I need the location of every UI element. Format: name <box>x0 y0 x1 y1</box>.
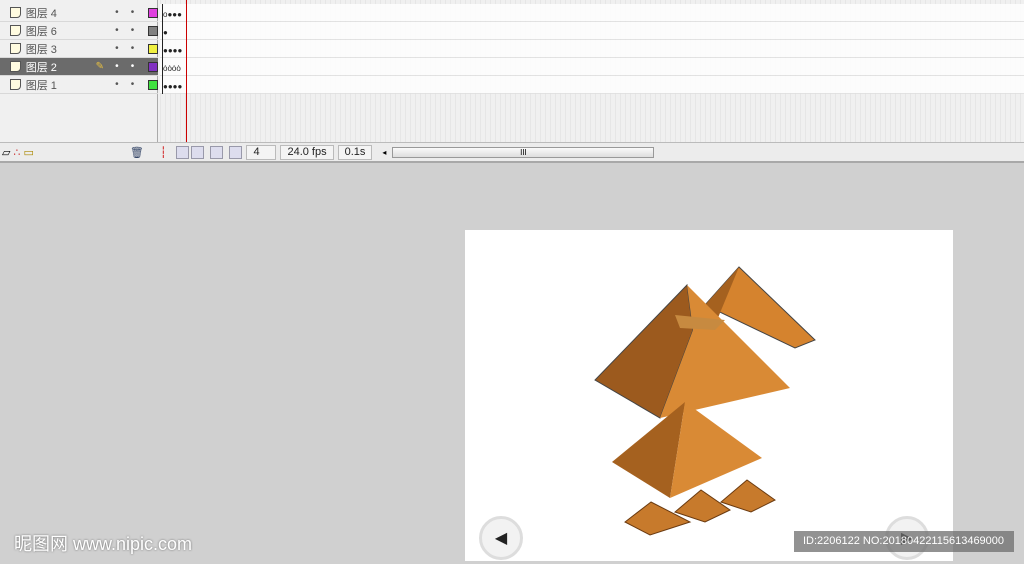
frame-row[interactable]: ȯȯȯȯ <box>160 58 1024 76</box>
lock-toggle[interactable]: • <box>125 61 141 72</box>
modify-onion-markers-icon[interactable] <box>229 145 243 159</box>
playhead[interactable] <box>186 0 187 142</box>
scroll-grip[interactable]: III <box>520 148 527 157</box>
layer-color-swatch[interactable] <box>148 79 158 90</box>
pencil-icon: ✎ <box>95 61 104 72</box>
layer-row[interactable]: 图层 3 • • <box>0 40 158 58</box>
image-id-label: ID:2206122 NO:20180422115613469000 <box>794 531 1014 552</box>
keyframes[interactable]: ● <box>162 22 188 40</box>
frame-row[interactable]: ●●●● <box>160 76 1024 94</box>
layer-row[interactable]: 图层 2 ✎ • • <box>0 58 158 76</box>
watermark: 昵图网 www.nipic.com <box>14 534 193 554</box>
layer-row[interactable]: 图层 1 • • <box>0 76 158 94</box>
keyframes[interactable]: ●●●● <box>162 76 188 94</box>
onion-outline-icon[interactable] <box>191 145 205 159</box>
frame-row[interactable]: o●●● <box>160 4 1024 22</box>
frame-grid[interactable]: o●●● ● ●●●● ȯȯȯȯ ●●●● <box>160 0 1024 142</box>
visibility-toggle[interactable]: • <box>109 7 125 18</box>
previous-button[interactable]: ◀ <box>479 516 523 560</box>
visibility-toggle[interactable]: • <box>109 25 125 36</box>
layer-color-swatch[interactable] <box>148 7 158 18</box>
layer-icon <box>10 25 21 36</box>
layer-color-swatch[interactable] <box>148 43 158 54</box>
elapsed-time: 0.1s <box>337 144 373 160</box>
current-frame: 4 <box>246 144 277 160</box>
horizontal-scrollbar[interactable]: III <box>392 146 655 158</box>
center-frame-icon[interactable]: ┆ <box>160 146 167 159</box>
pyramids-illustration <box>594 266 816 536</box>
frame-row[interactable]: ●●●● <box>160 40 1024 58</box>
new-layer-icon[interactable]: ▱ <box>2 146 10 159</box>
lock-toggle[interactable]: • <box>125 43 141 54</box>
keyframes[interactable]: ●●●● <box>162 40 188 58</box>
prev-arrow-icon: ◀ <box>494 530 508 547</box>
frame-row[interactable]: ● <box>160 22 1024 40</box>
layer-row[interactable]: 图层 6 • • <box>0 22 158 40</box>
layer-color-swatch[interactable] <box>148 25 158 36</box>
layer-name[interactable]: 图层 2 <box>26 59 96 75</box>
lock-toggle[interactable]: • <box>125 25 141 36</box>
layer-list: 图层 4 • • 图层 6 • • 图层 3 • • 图层 2 ✎ • • 图层… <box>0 0 158 142</box>
stage-canvas: ◀ ▶ <box>465 230 953 561</box>
layer-icon <box>10 43 21 54</box>
visibility-toggle[interactable]: • <box>109 79 125 90</box>
keyframes[interactable]: o●●● <box>162 4 188 22</box>
layer-name[interactable]: 图层 6 <box>26 23 96 39</box>
delete-layer-icon[interactable]: 🗑 <box>130 146 144 159</box>
edit-multiple-frames-icon[interactable] <box>210 145 224 159</box>
visibility-toggle[interactable]: • <box>109 61 125 72</box>
layer-name[interactable]: 图层 3 <box>26 41 96 57</box>
layer-icon <box>10 79 21 90</box>
layer-row[interactable]: 图层 4 • • <box>0 4 158 22</box>
timeline-panel: 图层 4 • • 图层 6 • • 图层 3 • • 图层 2 ✎ • • 图层… <box>0 0 1024 163</box>
layer-name[interactable]: 图层 4 <box>26 5 96 21</box>
layer-color-swatch[interactable] <box>148 61 158 72</box>
layer-icon <box>10 7 21 18</box>
onion-skin-icon[interactable] <box>176 145 190 159</box>
lock-toggle[interactable]: • <box>125 7 141 18</box>
lock-toggle[interactable]: • <box>125 79 141 90</box>
motion-guide-icon[interactable]: ∴ <box>13 146 20 159</box>
scroll-left-arrow[interactable]: ◂ <box>382 148 386 157</box>
layer-name[interactable]: 图层 1 <box>26 77 96 93</box>
timeline-status-bar: ▱ ∴ ▭ 🗑 ┆ 4 24.0 fps 0.1s ◂ III <box>0 142 1024 161</box>
visibility-toggle[interactable]: • <box>109 43 125 54</box>
keyframes[interactable]: ȯȯȯȯ <box>162 58 188 76</box>
new-folder-icon[interactable]: ▭ <box>23 146 33 159</box>
frame-rate[interactable]: 24.0 fps <box>280 144 334 160</box>
layer-icon <box>10 61 21 72</box>
